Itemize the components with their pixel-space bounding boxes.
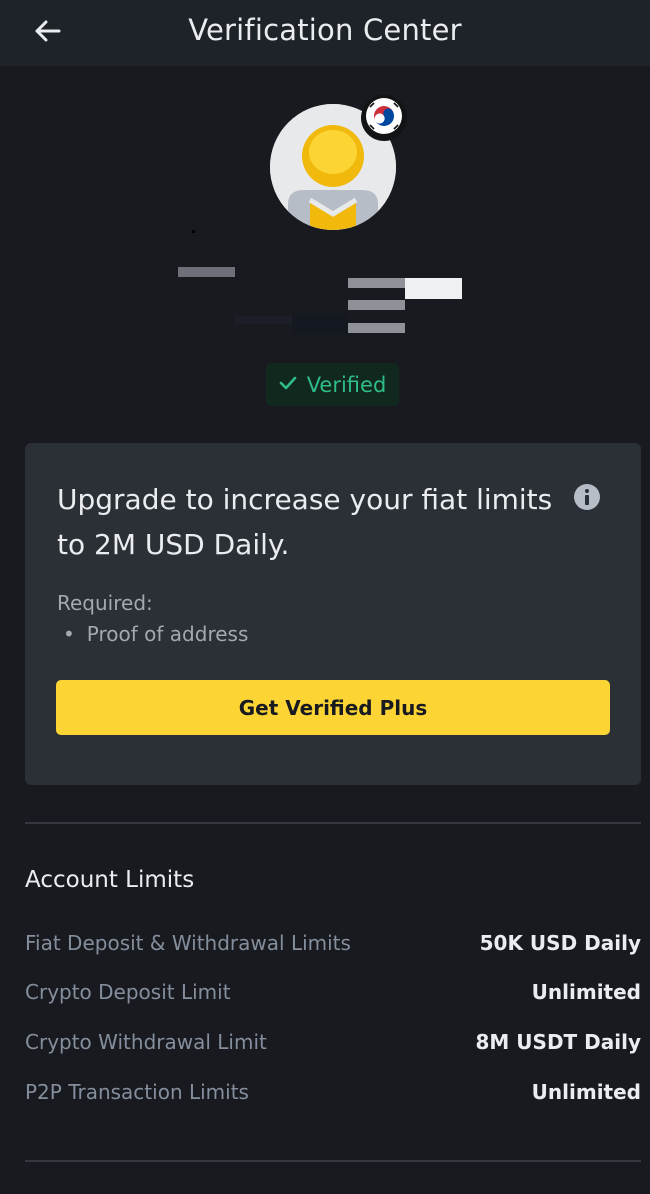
account-limits-heading: Account Limits [25,867,195,893]
limit-row: P2P Transaction Limits Unlimited [25,1077,641,1107]
required-item: • Proof of address [63,622,248,646]
redacted-name-block [178,267,235,277]
limit-value: 50K USD Daily [479,931,641,955]
limit-row: Crypto Deposit Limit Unlimited [25,977,641,1007]
checkmark-icon [279,375,297,394]
default-avatar-icon [270,104,396,230]
verified-status-badge: Verified [266,363,399,406]
redacted-info-block [235,316,292,324]
redacted-dot [192,230,195,233]
divider [25,1160,641,1162]
limit-label: Crypto Deposit Limit [25,980,231,1004]
limit-row: Crypto Withdrawal Limit 8M USDT Daily [25,1027,641,1057]
limit-label: Crypto Withdrawal Limit [25,1030,267,1054]
upgrade-card: Upgrade to increase your fiat limits to … [25,443,641,785]
required-item-text: Proof of address [86,622,249,646]
limit-label: P2P Transaction Limits [25,1080,249,1104]
redacted-info-block [405,278,462,299]
limit-value: Unlimited [531,1080,641,1104]
limit-label: Fiat Deposit & Withdrawal Limits [25,931,351,955]
south-korea-flag-icon [366,98,402,138]
redacted-info-block [292,314,348,334]
divider [25,822,641,824]
get-verified-plus-button[interactable]: Get Verified Plus [56,680,610,735]
redacted-info-block [348,300,405,310]
bullet-icon: • [63,622,75,646]
redacted-info-block [348,323,405,333]
page-title: Verification Center [188,13,462,47]
info-icon[interactable] [573,483,601,511]
limit-value: 8M USDT Daily [475,1030,641,1054]
limit-value: Unlimited [531,980,641,1004]
required-label: Required: [57,591,153,615]
country-flag [361,95,407,141]
top-bar: Verification Center [0,0,650,66]
redacted-info-block [348,278,405,288]
limit-row: Fiat Deposit & Withdrawal Limits 50K USD… [25,928,641,958]
upgrade-title: Upgrade to increase your fiat limits to … [57,483,553,561]
verified-label: Verified [306,372,387,397]
